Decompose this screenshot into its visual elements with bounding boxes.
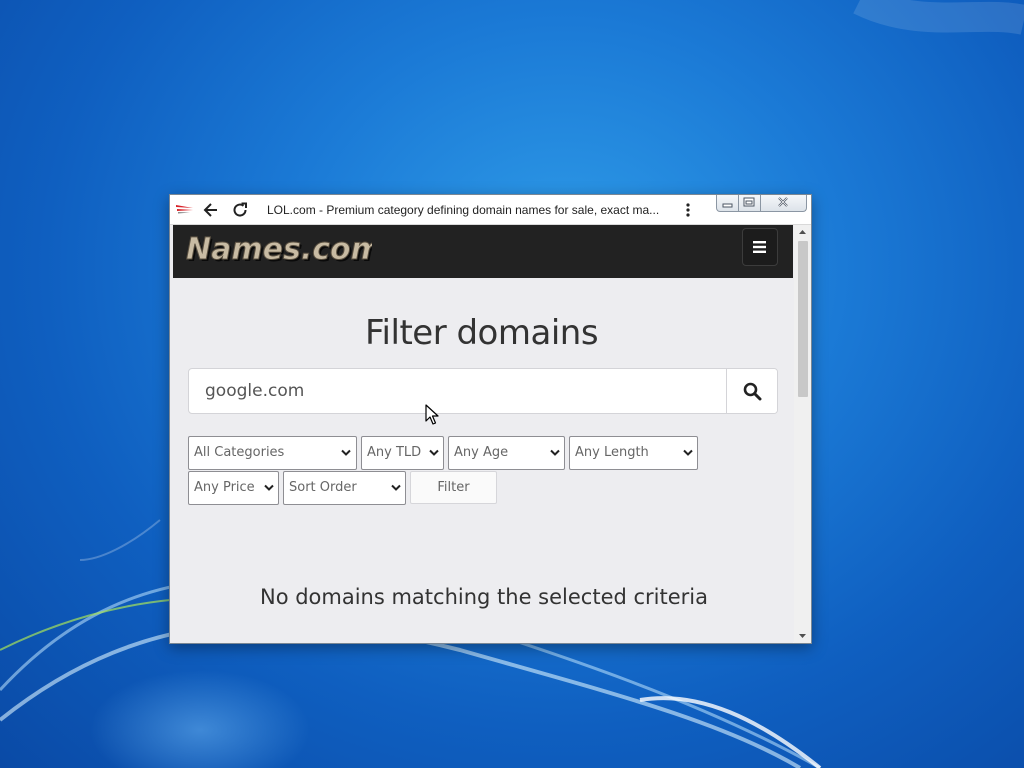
more-vertical-icon[interactable] xyxy=(682,201,694,219)
search-icon xyxy=(743,382,762,401)
chevron-down-icon xyxy=(264,484,274,491)
maximize-button[interactable] xyxy=(739,195,761,212)
age-select-value: Any Age xyxy=(454,445,509,460)
chevron-down-icon xyxy=(683,449,693,456)
chevron-down-icon xyxy=(429,449,439,456)
scroll-down-arrow-icon[interactable] xyxy=(794,629,811,643)
back-arrow-icon[interactable] xyxy=(201,200,221,220)
browser-app-icon xyxy=(176,205,193,214)
desktop: LOL.com - Premium category defining doma… xyxy=(0,0,1024,768)
vertical-scrollbar[interactable] xyxy=(794,225,811,643)
category-select[interactable]: All Categories xyxy=(188,436,357,470)
svg-text:Names.com: Names.com xyxy=(186,232,372,267)
page-title: LOL.com - Premium category defining doma… xyxy=(267,203,660,217)
empty-results-message: No domains matching the selected criteri… xyxy=(259,585,709,609)
length-select-value: Any Length xyxy=(575,445,649,460)
scroll-up-arrow-icon[interactable] xyxy=(794,225,811,239)
page-heading: Filter domains xyxy=(364,313,599,353)
chevron-down-icon xyxy=(550,449,560,456)
chevron-down-icon xyxy=(341,449,351,456)
scroll-thumb[interactable] xyxy=(798,241,808,397)
minimize-icon xyxy=(722,203,733,208)
sort-order-select[interactable]: Sort Order xyxy=(283,471,406,505)
length-select[interactable]: Any Length xyxy=(569,436,698,470)
chevron-down-icon xyxy=(391,484,401,491)
price-select[interactable]: Any Price xyxy=(188,471,279,505)
close-button[interactable] xyxy=(761,195,807,212)
category-select-value: All Categories xyxy=(194,445,285,460)
tld-select-value: Any TLD xyxy=(367,445,422,460)
reload-icon[interactable] xyxy=(230,200,250,220)
page-viewport: Names.com Names.com Filter domains googl… xyxy=(170,225,793,643)
hamburger-menu-icon xyxy=(753,241,766,253)
window-controls xyxy=(716,195,808,213)
search-input[interactable] xyxy=(189,369,726,413)
sort-order-select-value: Sort Order xyxy=(289,480,357,495)
restore-icon xyxy=(743,197,755,207)
site-header: Names.com Names.com xyxy=(173,225,793,278)
search-bar xyxy=(188,368,778,414)
site-logo[interactable]: Names.com Names.com xyxy=(182,226,373,269)
title-bar: LOL.com - Premium category defining doma… xyxy=(170,195,811,225)
search-button[interactable] xyxy=(726,369,777,413)
browser-window: LOL.com - Premium category defining doma… xyxy=(169,194,812,644)
price-select-value: Any Price xyxy=(194,480,255,495)
tld-select[interactable]: Any TLD xyxy=(361,436,444,470)
mouse-pointer-icon xyxy=(425,404,439,425)
filter-button[interactable]: Filter xyxy=(410,471,497,504)
hamburger-menu-button[interactable] xyxy=(742,228,778,266)
close-icon xyxy=(778,197,788,207)
minimize-button[interactable] xyxy=(716,195,739,212)
age-select[interactable]: Any Age xyxy=(448,436,565,470)
